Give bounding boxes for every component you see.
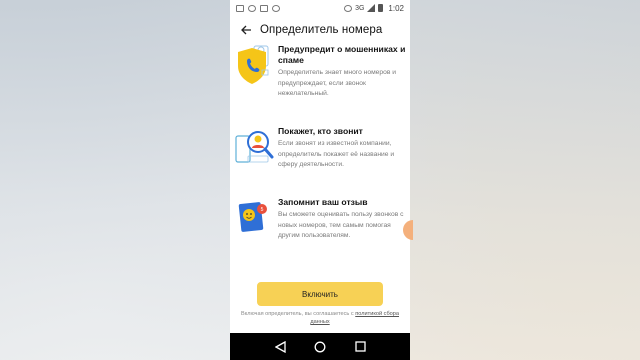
feature-description: Определитель знает много номеров и преду…	[278, 69, 396, 97]
network-type: 3G	[355, 4, 365, 12]
arrow-left-icon[interactable]	[236, 20, 256, 40]
notification-icon	[260, 4, 268, 12]
notification-icon	[236, 4, 244, 12]
feature-item: Покажет, кто звонит Если звонят из извес…	[230, 126, 410, 171]
feature-title: Предупредит о мошенниках и спаме	[278, 44, 406, 65]
feature-description: Вы сможете оценивать пользу звонков с но…	[278, 211, 404, 239]
feature-title: Покажет, кто звонит	[278, 126, 363, 136]
svg-text:5: 5	[261, 207, 264, 213]
legal-text: Включая определитель, вы соглашаетесь с	[240, 311, 354, 317]
smiley-review-icon: 5	[230, 197, 278, 242]
back-triangle-icon[interactable]	[273, 340, 287, 354]
feature-item: 5 Запомнит ваш отзыв Вы сможете оцениват…	[230, 197, 410, 242]
feature-item: Предупредит о мошенниках и спаме Определ…	[230, 44, 410, 100]
feature-description: Если звонят из известной компании, опред…	[278, 140, 395, 168]
clock: 1:02	[388, 3, 404, 13]
recents-square-icon[interactable]	[353, 340, 367, 354]
blurred-background-right	[410, 0, 640, 360]
page-title: Определитель номера	[260, 24, 383, 36]
magnifier-person-icon	[230, 126, 278, 171]
feature-title: Запомнит ваш отзыв	[278, 197, 368, 207]
shield-phone-icon	[230, 44, 278, 100]
home-circle-icon[interactable]	[313, 340, 327, 354]
wifi-icon	[344, 4, 353, 12]
app-bar: Определитель номера	[230, 18, 410, 42]
battery-icon	[378, 4, 384, 12]
notification-icon	[248, 4, 256, 12]
phone-screen: 3G 1:02 Определитель номера Предупредит …	[230, 0, 410, 360]
status-bar: 3G 1:02	[230, 0, 410, 16]
blurred-background-left	[0, 0, 230, 360]
notification-icon	[272, 4, 280, 12]
legal-note: Включая определитель, вы соглашаетесь с …	[240, 310, 400, 326]
android-nav-bar	[230, 333, 410, 360]
signal-icon	[367, 4, 376, 12]
enable-button[interactable]: Включить	[257, 282, 383, 306]
